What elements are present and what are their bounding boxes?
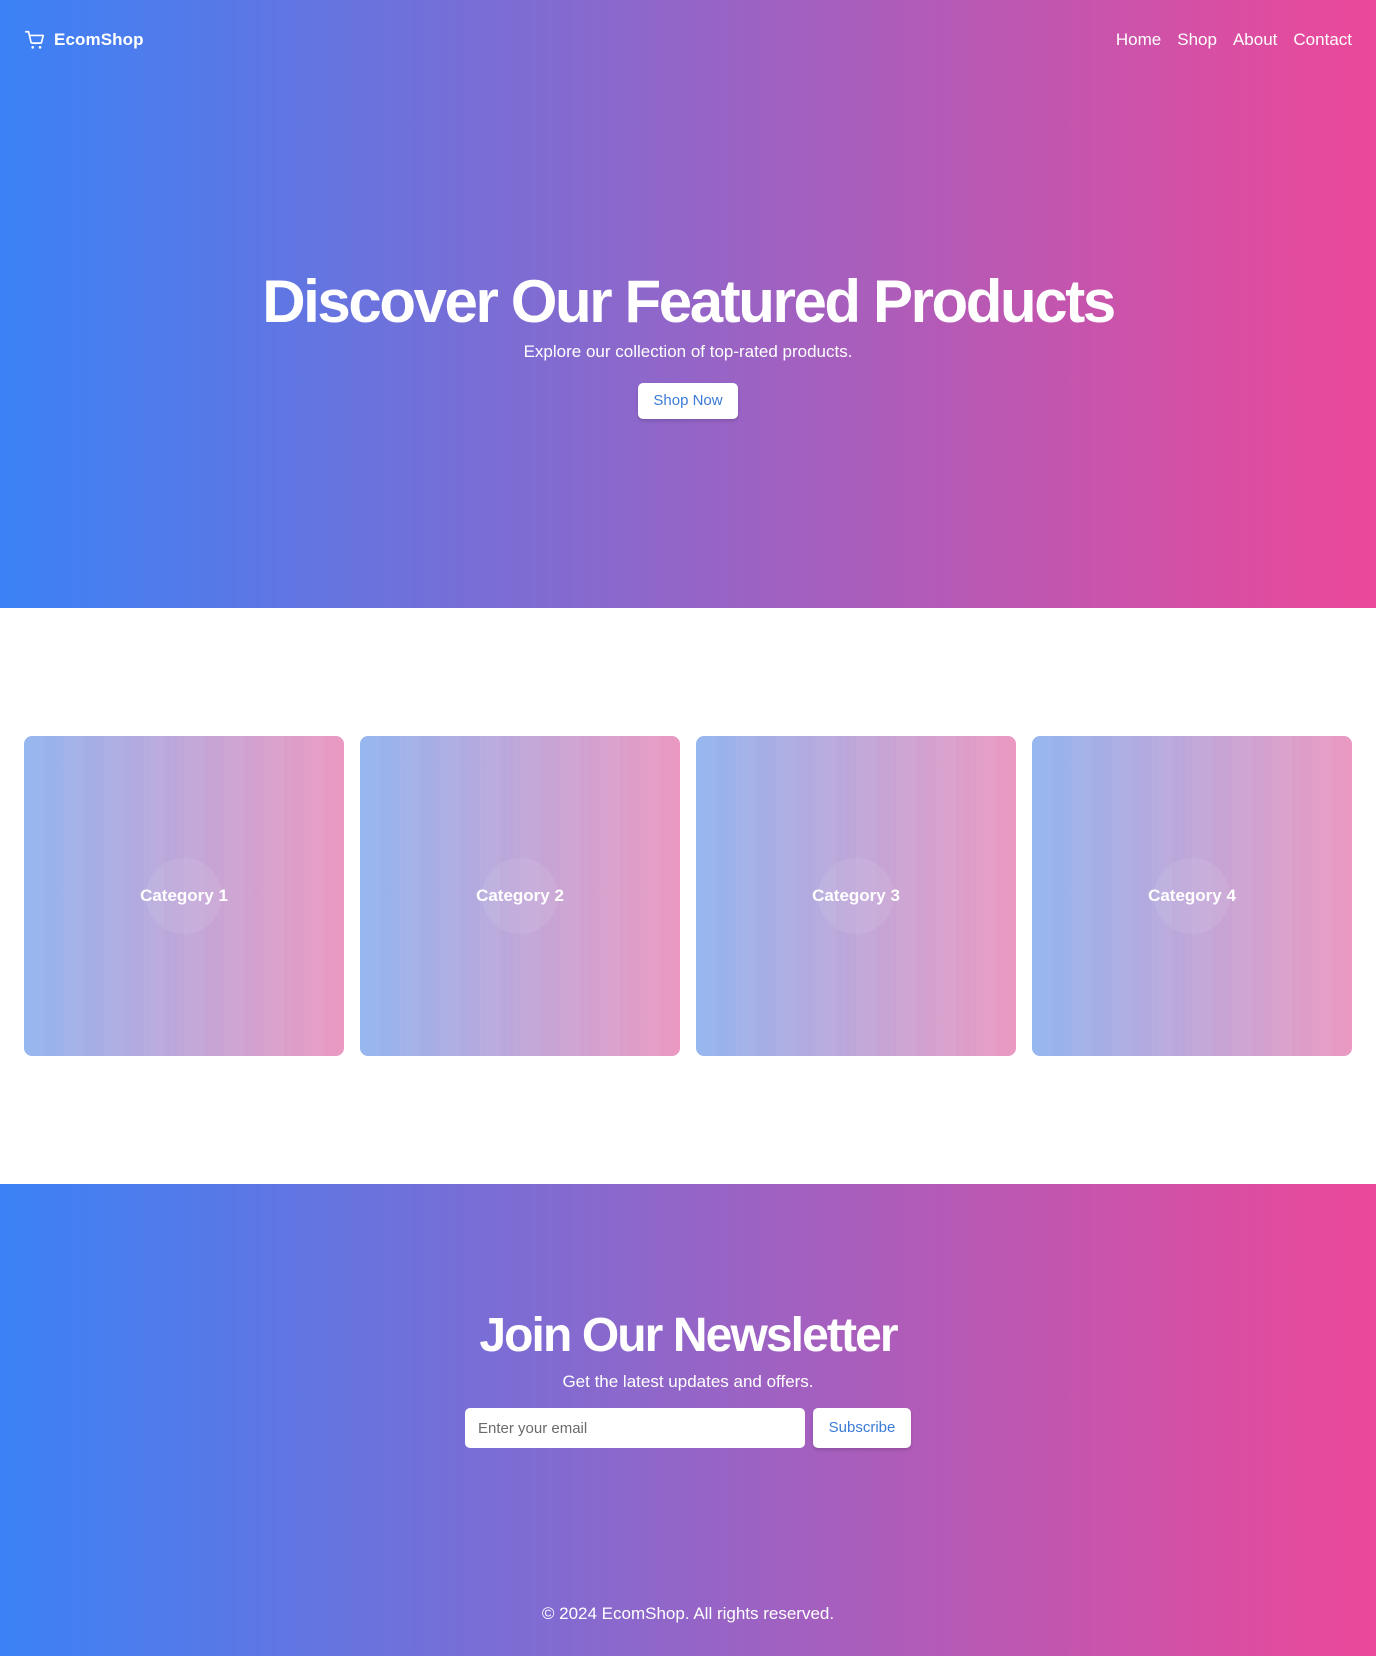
category-card-2[interactable]: Category 2 bbox=[360, 736, 680, 1056]
newsletter-section: Join Our Newsletter Get the latest updat… bbox=[0, 1184, 1376, 1656]
nav-link-shop[interactable]: Shop bbox=[1177, 30, 1217, 50]
hero-subtitle: Explore our collection of top-rated prod… bbox=[523, 342, 853, 361]
email-input[interactable] bbox=[465, 1408, 805, 1448]
brand-name: EcomShop bbox=[54, 30, 144, 49]
newsletter-title: Join Our Newsletter bbox=[479, 1309, 898, 1362]
category-label: Category 1 bbox=[140, 886, 228, 905]
category-label: Category 4 bbox=[1148, 886, 1236, 905]
nav-link-contact[interactable]: Contact bbox=[1293, 30, 1352, 50]
hero-section: EcomShop Home Shop About Contact Discove… bbox=[0, 0, 1376, 608]
category-card-4[interactable]: Category 4 bbox=[1032, 736, 1352, 1056]
category-label: Category 2 bbox=[476, 886, 564, 905]
navbar: EcomShop Home Shop About Contact bbox=[0, 0, 1376, 80]
nav-links: Home Shop About Contact bbox=[1116, 30, 1352, 50]
newsletter-form: Subscribe bbox=[0, 1408, 1376, 1448]
page: EcomShop Home Shop About Contact Discove… bbox=[0, 0, 1376, 1656]
category-card-3[interactable]: Category 3 bbox=[696, 736, 1016, 1056]
shopping-cart-icon bbox=[24, 29, 46, 51]
newsletter-subtitle: Get the latest updates and offers. bbox=[562, 1372, 814, 1391]
hero-title: Discover Our Featured Products bbox=[262, 268, 1116, 335]
subscribe-button[interactable]: Subscribe bbox=[813, 1408, 911, 1448]
brand-logo[interactable]: EcomShop bbox=[24, 29, 144, 51]
hero-content: Discover Our Featured Products Explore o… bbox=[0, 266, 1376, 419]
nav-link-about[interactable]: About bbox=[1233, 30, 1277, 50]
shop-now-button[interactable]: Shop Now bbox=[638, 383, 738, 419]
nav-link-home[interactable]: Home bbox=[1116, 30, 1161, 50]
footer-copyright: © 2024 EcomShop. All rights reserved. bbox=[541, 1604, 835, 1623]
category-label: Category 3 bbox=[812, 886, 900, 905]
newsletter-content: Join Our Newsletter Get the latest updat… bbox=[0, 1306, 1376, 1448]
category-card-1[interactable]: Category 1 bbox=[24, 736, 344, 1056]
categories-grid: Category 1 Category 2 Category 3 Categor… bbox=[24, 736, 1352, 1056]
